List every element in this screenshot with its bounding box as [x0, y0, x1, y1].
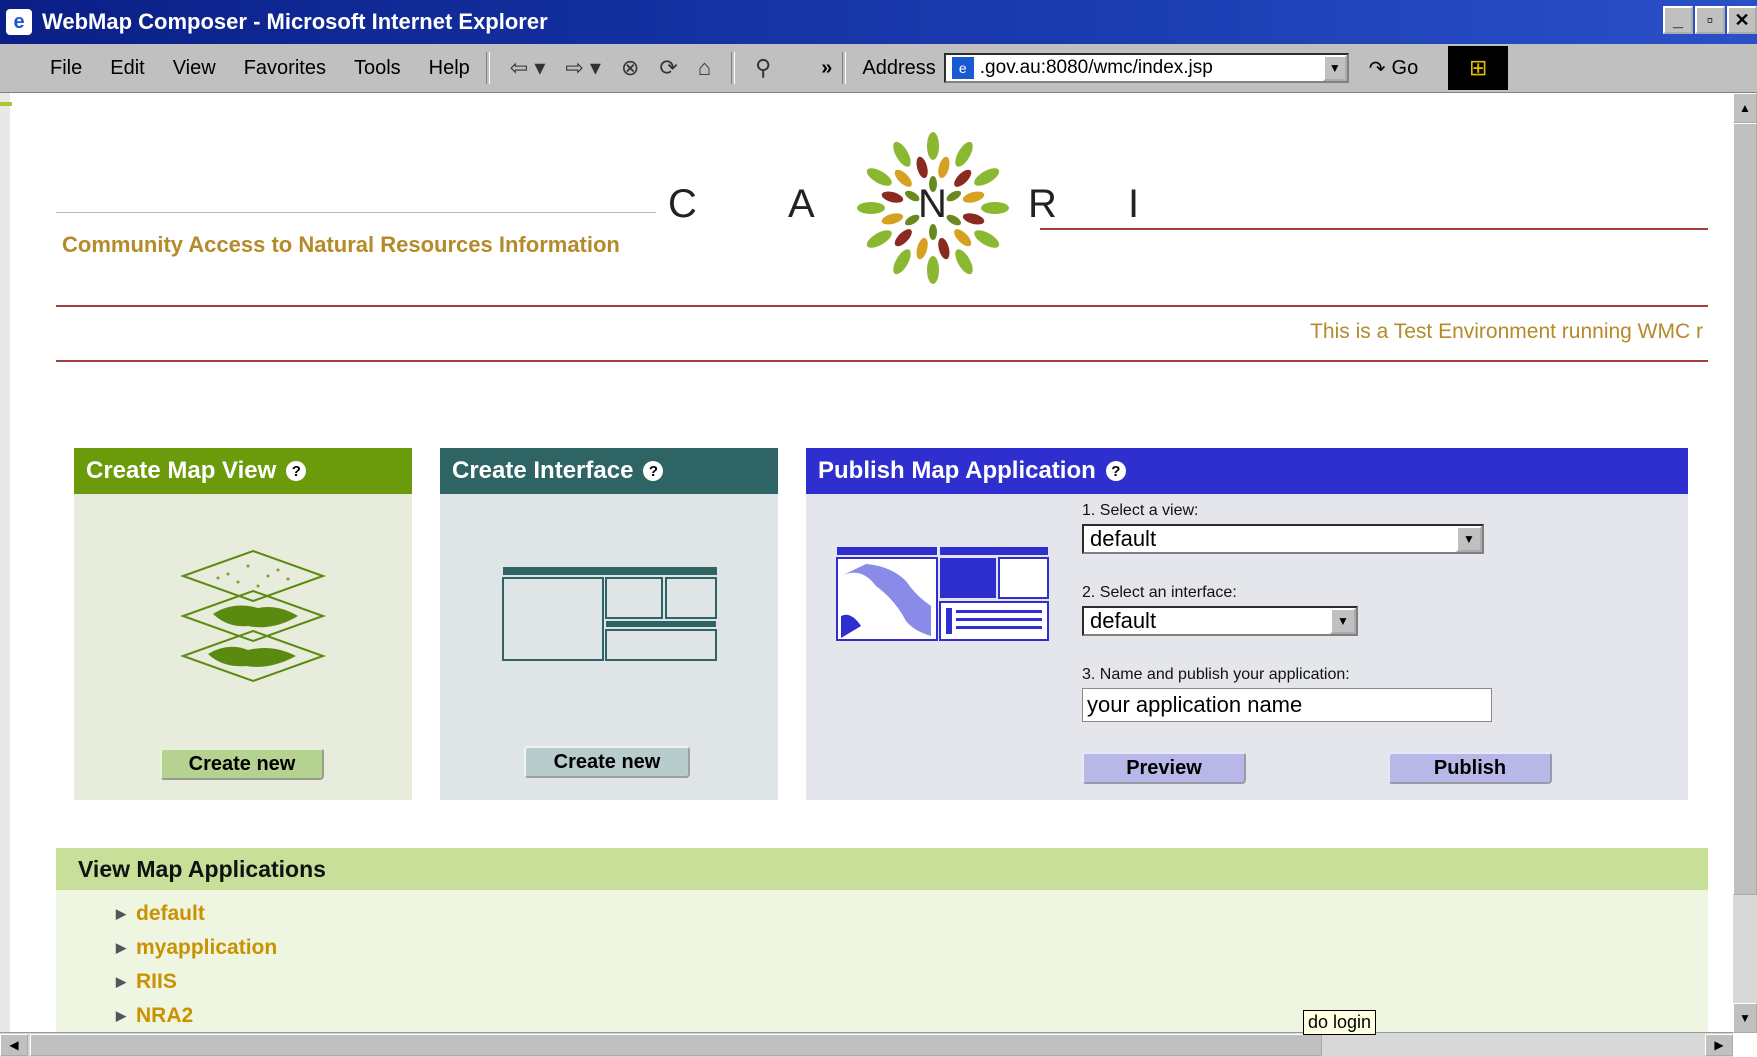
- menu-favorites[interactable]: Favorites: [244, 57, 326, 80]
- app-link-nra2[interactable]: ▶ NRA2: [116, 1004, 193, 1028]
- vertical-scroll-thumb[interactable]: [1733, 123, 1757, 895]
- app-link-default[interactable]: ▶ default: [116, 902, 205, 926]
- create-interface-button[interactable]: Create new: [524, 746, 690, 778]
- scroll-down-icon[interactable]: ▼: [1733, 1003, 1757, 1033]
- address-label: Address: [862, 56, 936, 79]
- menu-toolbar: File Edit View Favorites Tools Help ⇦ ▾ …: [0, 44, 1757, 94]
- app-link-label[interactable]: RIIS: [136, 970, 177, 994]
- app-link-label[interactable]: myapplication: [136, 936, 277, 960]
- menu-edit[interactable]: Edit: [110, 57, 144, 80]
- close-button[interactable]: ✕: [1727, 6, 1757, 34]
- interface-layout-illustration: [502, 567, 717, 661]
- decorative-accent: [0, 102, 12, 106]
- chevron-down-icon[interactable]: ▼: [1322, 55, 1347, 81]
- maximize-button[interactable]: ▫: [1695, 6, 1725, 34]
- menu-view[interactable]: View: [173, 57, 216, 80]
- toolbar-separator: [485, 52, 490, 84]
- application-name-input[interactable]: your application name: [1082, 688, 1492, 722]
- address-value[interactable]: .gov.au:8080/wmc/index.jsp: [980, 57, 1213, 79]
- tooltip: do login: [1303, 1010, 1377, 1035]
- select-interface-label: 2. Select an interface:: [1082, 584, 1237, 601]
- scroll-up-icon[interactable]: ▲: [1733, 93, 1757, 123]
- vertical-scrollbar[interactable]: ▲ ▼: [1733, 93, 1757, 1033]
- triangle-right-icon: ▶: [116, 1008, 126, 1023]
- create-map-view-header: Create Map View ?: [74, 448, 412, 494]
- minimize-button[interactable]: _: [1663, 6, 1693, 34]
- home-icon[interactable]: ⌂: [698, 55, 711, 81]
- ie-icon: e: [6, 9, 32, 35]
- scroll-left-icon[interactable]: ◀: [0, 1034, 28, 1056]
- publish-preview-illustration: [836, 547, 1049, 641]
- app-link-myapplication[interactable]: ▶ myapplication: [116, 936, 277, 960]
- windows-logo-icon: ⊞: [1448, 46, 1509, 90]
- horizontal-scroll-thumb[interactable]: [30, 1034, 1322, 1056]
- divider-bottom: [56, 360, 1708, 362]
- triangle-right-icon: ▶: [116, 906, 126, 921]
- select-view-label: 1. Select a view:: [1082, 502, 1199, 519]
- create-interface-header: Create Interface ?: [440, 448, 778, 494]
- chevron-down-icon[interactable]: ▼: [1456, 526, 1482, 552]
- address-bar[interactable]: e .gov.au:8080/wmc/index.jsp ▼: [943, 53, 1349, 83]
- view-map-applications-section: View Map Applications ▶ default ▶ myapplic…: [56, 848, 1708, 1038]
- stop-icon[interactable]: ⊗: [621, 55, 639, 81]
- window-title: WebMap Composer - Microsoft Internet Exp…: [42, 9, 548, 34]
- canri-leaf-logo: [857, 132, 1009, 284]
- toolbar-separator: [842, 52, 847, 84]
- triangle-right-icon: ▶: [116, 940, 126, 955]
- app-link-label[interactable]: default: [136, 902, 205, 926]
- back-arrow-icon[interactable]: ⇦ ▾: [510, 55, 546, 81]
- forward-arrow-icon[interactable]: ⇨ ▾: [565, 55, 601, 81]
- toolbar-chevron-icon[interactable]: »: [821, 57, 832, 80]
- publish-title: Publish Map Application: [818, 457, 1096, 484]
- toolbar-separator: [731, 52, 736, 84]
- help-icon[interactable]: ?: [643, 461, 664, 481]
- map-layers-illustration: [180, 549, 326, 683]
- create-map-view-panel: Create Map View ? Create new: [74, 448, 412, 800]
- app-link-label[interactable]: NRA2: [136, 1004, 193, 1028]
- search-icon[interactable]: ⚲: [755, 55, 771, 81]
- help-icon[interactable]: ?: [1105, 461, 1126, 481]
- menu-file[interactable]: File: [50, 57, 82, 80]
- publish-panel: Publish Map Application ? 1. Select a vi…: [806, 448, 1688, 800]
- publish-header: Publish Map Application ?: [806, 448, 1688, 494]
- window-titlebar: e WebMap Composer - Microsoft Internet E…: [0, 0, 1757, 44]
- test-environment-notice: This is a Test Environment running WMC r: [1310, 320, 1703, 343]
- logo-letter: R: [1028, 182, 1059, 226]
- view-map-applications-heading: View Map Applications: [56, 848, 1708, 890]
- triangle-right-icon: ▶: [116, 974, 126, 989]
- logo-letter: A: [788, 182, 817, 226]
- logo-letter: C: [668, 182, 699, 226]
- interface-select[interactable]: default ▼: [1082, 606, 1358, 636]
- publish-button[interactable]: Publish: [1388, 752, 1552, 784]
- create-interface-title: Create Interface: [452, 457, 634, 484]
- help-icon[interactable]: ?: [286, 461, 307, 481]
- horizontal-scrollbar[interactable]: ◀ ▶: [0, 1032, 1733, 1057]
- create-interface-panel: Create Interface ? Create new: [440, 448, 778, 800]
- preview-button[interactable]: Preview: [1082, 752, 1246, 784]
- create-map-view-button[interactable]: Create new: [160, 748, 324, 780]
- page-icon: e: [951, 57, 974, 79]
- go-button[interactable]: ↷ Go: [1369, 56, 1418, 81]
- view-select-value: default: [1090, 526, 1157, 551]
- app-link-riis[interactable]: ▶ RIIS: [116, 970, 177, 994]
- scroll-right-icon[interactable]: ▶: [1705, 1034, 1733, 1056]
- view-select[interactable]: default ▼: [1082, 524, 1484, 554]
- tagline: Community Access to Natural Resources In…: [62, 232, 620, 257]
- header-rule-left: [56, 212, 656, 213]
- refresh-icon[interactable]: ⟳: [659, 55, 677, 81]
- divider-top: [56, 305, 1708, 307]
- header-rule-right: [1040, 228, 1708, 230]
- create-map-view-title: Create Map View: [86, 457, 277, 484]
- go-arrow-icon: ↷: [1368, 57, 1386, 80]
- menu-help[interactable]: Help: [429, 57, 470, 80]
- go-label: Go: [1391, 56, 1419, 79]
- logo-letter: I: [1128, 182, 1142, 226]
- interface-select-value: default: [1090, 608, 1157, 633]
- menu-tools[interactable]: Tools: [354, 57, 401, 80]
- window-controls: _ ▫ ✕: [1663, 6, 1757, 34]
- name-publish-label: 3. Name and publish your application:: [1082, 666, 1350, 683]
- chevron-down-icon[interactable]: ▼: [1330, 608, 1356, 634]
